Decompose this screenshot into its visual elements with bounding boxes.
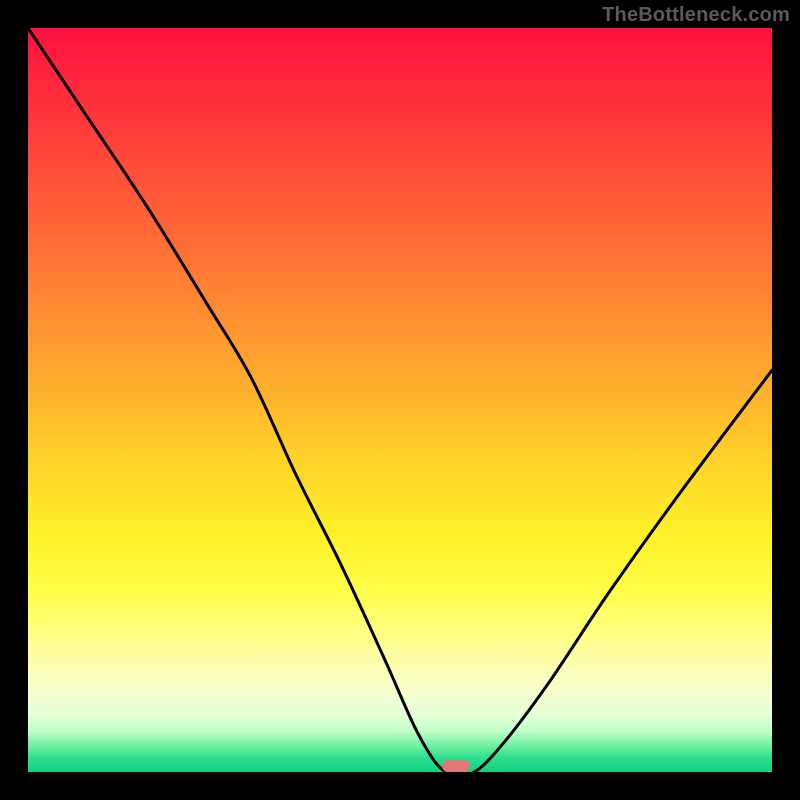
watermark-text: TheBottleneck.com (602, 4, 790, 27)
optimum-marker-icon (442, 760, 470, 772)
bottleneck-curve (28, 28, 772, 772)
curve-path (28, 28, 772, 772)
chart-frame: TheBottleneck.com (0, 0, 800, 800)
plot-area (28, 28, 772, 772)
